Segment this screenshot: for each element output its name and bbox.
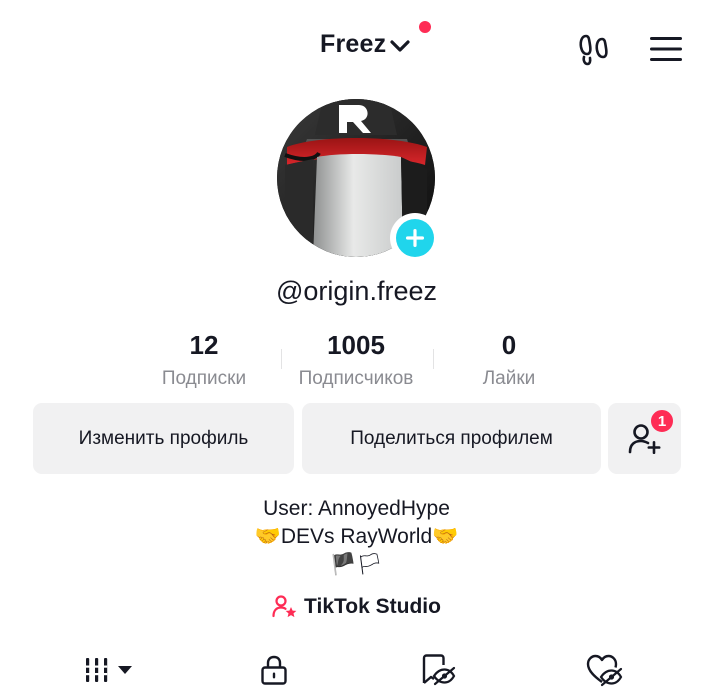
creator-star-icon xyxy=(272,595,297,618)
bio-line: User: AnnoyedHype xyxy=(263,497,450,520)
following-label: Подписки xyxy=(161,368,247,389)
username: @origin.freez xyxy=(276,276,437,306)
liked-hidden-icon xyxy=(586,654,623,687)
friend-requests-badge: 1 xyxy=(649,408,675,434)
footprints-icon[interactable] xyxy=(578,33,612,67)
following-count: 12 xyxy=(189,330,219,360)
followers-count: 1005 xyxy=(327,330,385,360)
bio-line: 🏴🏳 xyxy=(330,553,383,576)
tab-videos[interactable] xyxy=(70,640,150,700)
edit-profile-button[interactable]: Изменить профиль xyxy=(33,403,294,474)
likes-stat[interactable]: 0 Лайки xyxy=(434,330,584,390)
notification-dot xyxy=(419,21,431,33)
share-profile-button[interactable]: Поделиться профилем xyxy=(302,403,601,474)
hamburger-menu-icon[interactable] xyxy=(650,36,682,62)
likes-label: Лайки xyxy=(482,368,536,389)
chevron-down-icon xyxy=(390,39,410,52)
following-stat[interactable]: 12 Подписки xyxy=(129,330,279,390)
tiktok-studio-label: TikTok Studio xyxy=(304,595,441,618)
followers-stat[interactable]: 1005 Подписчиков xyxy=(281,330,431,390)
plus-icon xyxy=(406,229,424,247)
likes-count: 0 xyxy=(501,330,517,360)
followers-label: Подписчиков xyxy=(298,368,414,389)
add-photo-button[interactable] xyxy=(390,213,440,263)
tiktok-studio-link[interactable]: TikTok Studio xyxy=(0,594,713,620)
reposts-hidden-icon xyxy=(422,654,456,686)
profile-header: Freez xyxy=(0,0,713,95)
account-name: Freez xyxy=(320,30,387,58)
account-switcher[interactable]: Freez xyxy=(320,30,410,59)
tab-private[interactable] xyxy=(238,640,310,700)
tab-liked[interactable] xyxy=(568,640,640,700)
bio-line: 🤝DEVs RayWorld🤝 xyxy=(254,525,459,548)
lock-icon xyxy=(261,655,287,685)
tab-reposts[interactable] xyxy=(402,640,474,700)
videos-grid-icon xyxy=(86,658,132,682)
profile-tabs xyxy=(0,640,713,700)
